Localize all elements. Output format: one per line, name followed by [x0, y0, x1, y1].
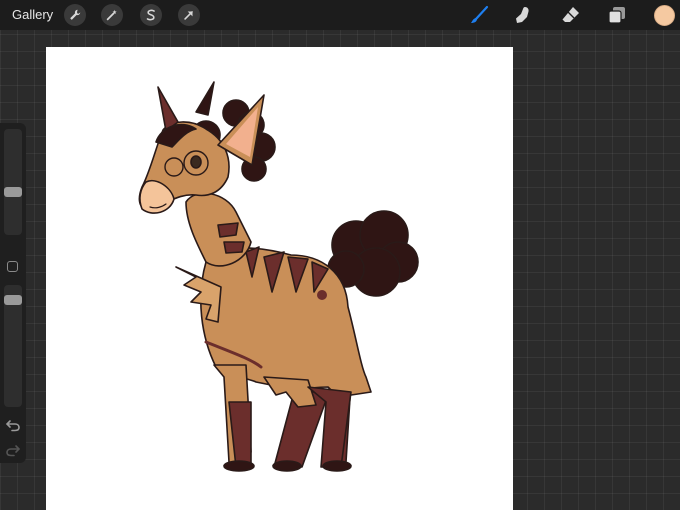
undo-icon	[5, 420, 20, 432]
top-toolbar: Gallery	[0, 0, 680, 30]
redo-button[interactable]	[5, 443, 21, 457]
brush-tool-button[interactable]	[466, 3, 492, 27]
transform-button[interactable]	[178, 4, 200, 26]
eraser-tool-button[interactable]	[558, 3, 584, 27]
selection-s-icon	[146, 9, 155, 21]
horn	[195, 81, 215, 116]
smudge-tool-button[interactable]	[510, 3, 536, 27]
color-picker-button[interactable]	[654, 5, 675, 26]
opacity-thumb[interactable]	[4, 295, 22, 305]
unicorn-pony-drawing	[138, 81, 419, 472]
undo-button[interactable]	[5, 418, 21, 432]
front-leg-near	[263, 376, 317, 408]
drawing-canvas[interactable]	[46, 47, 513, 510]
opacity-slider[interactable]	[4, 285, 22, 407]
redo-icon	[6, 445, 21, 457]
hoof	[272, 460, 302, 472]
adjustments-button[interactable]	[101, 4, 123, 26]
wrench-icon	[70, 9, 81, 20]
brush-icon	[471, 5, 489, 23]
brush-size-thumb[interactable]	[4, 187, 22, 197]
selection-button[interactable]	[140, 4, 162, 26]
ear-back	[157, 86, 179, 132]
magic-wand-icon	[106, 9, 117, 21]
actions-button[interactable]	[64, 4, 86, 26]
layers-button[interactable]	[604, 3, 630, 27]
gallery-button[interactable]: Gallery	[12, 7, 53, 22]
eye	[190, 155, 202, 169]
smudge-finger-icon	[516, 7, 529, 23]
side-toolbar	[0, 123, 26, 463]
hoof	[322, 460, 352, 472]
hoof	[223, 460, 255, 472]
arrow-cursor-icon	[184, 11, 193, 20]
layers-icon	[608, 7, 625, 24]
modify-button[interactable]	[7, 261, 18, 272]
eraser-icon	[562, 7, 579, 22]
brush-size-slider[interactable]	[4, 129, 22, 235]
